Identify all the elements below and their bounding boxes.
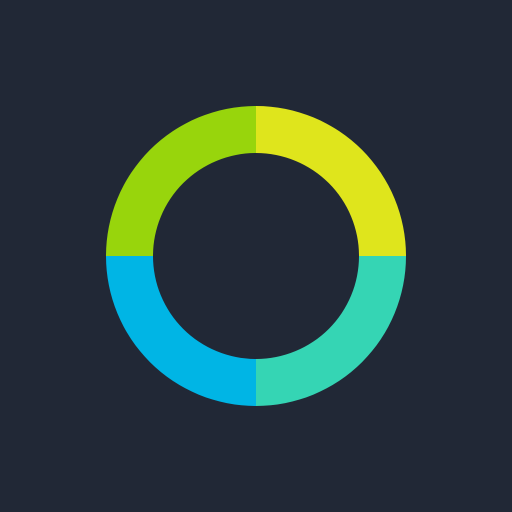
ring-segment-bottom-left — [106, 256, 256, 406]
app-icon-canvas — [0, 0, 512, 512]
ring-segment-top-left — [106, 106, 256, 256]
circular-ring-logo-icon — [106, 106, 406, 406]
ring-segment-top-right — [256, 106, 406, 256]
ring-segments — [106, 106, 406, 406]
ring-segment-bottom-right — [256, 256, 406, 406]
